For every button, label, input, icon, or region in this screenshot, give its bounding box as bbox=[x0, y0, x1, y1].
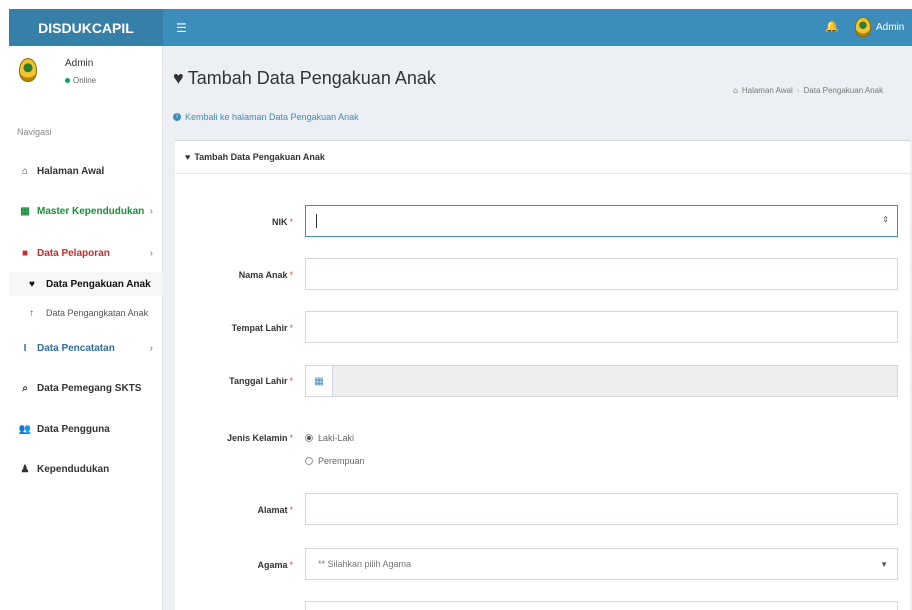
user-menu-label: Admin bbox=[876, 21, 905, 33]
sidebar-item-label: Data Pelaporan bbox=[37, 247, 110, 259]
tempat-lahir-input[interactable] bbox=[305, 311, 898, 343]
radio-label: Laki-Laki bbox=[318, 433, 355, 443]
user-panel: Admin Online bbox=[17, 56, 157, 96]
box-header: ♥ Tambah Data Pengakuan Anak bbox=[175, 141, 910, 174]
heart-icon: ♥ bbox=[173, 68, 184, 88]
person-icon: ♟ bbox=[20, 463, 30, 475]
sidebar-subitem-data-pengangkatan-anak[interactable]: ↑ Data Pengangkatan Anak bbox=[9, 301, 163, 325]
breadcrumb-separator: › bbox=[796, 86, 800, 95]
next-field-partial[interactable] bbox=[305, 601, 898, 610]
sidebar-item-data-pencatatan[interactable]: I Data Pencatatan › bbox=[9, 331, 163, 365]
book-icon: ■ bbox=[21, 247, 29, 259]
calendar-icon[interactable]: ▦ bbox=[306, 366, 333, 396]
tanggal-lahir-field[interactable]: ▦ bbox=[305, 365, 898, 397]
page-title: ♥ Tambah Data Pengakuan Anak bbox=[173, 68, 436, 89]
brand-logo[interactable]: DISDUKCAPIL bbox=[9, 9, 163, 46]
grid-icon: ▦ bbox=[20, 205, 30, 217]
online-status: Online bbox=[65, 76, 96, 85]
agama-select[interactable]: ** Silahkan pilih Agama ▼ bbox=[305, 548, 898, 580]
tanggal-lahir-label: Tanggal Lahir * bbox=[229, 376, 293, 386]
heart-icon: ♥ bbox=[185, 152, 191, 162]
breadcrumb: ⌂ Halaman Awal › Data Pengakuan Anak bbox=[733, 86, 883, 95]
search-icon: ⌕ bbox=[22, 382, 28, 394]
nik-label: NIK * bbox=[271, 217, 293, 227]
chevron-right-icon: › bbox=[149, 247, 153, 259]
sidebar-item-label: Halaman Awal bbox=[37, 165, 105, 177]
sidebar-item-data-pemegang-skts[interactable]: ⌕ Data Pemegang SKTS bbox=[9, 371, 163, 405]
text-cursor-icon: I bbox=[23, 342, 27, 354]
sidebar-item-label: Master Kependudukan bbox=[37, 205, 145, 217]
user-panel-name: Admin bbox=[65, 58, 94, 69]
sidebar-item-label: Data Pemegang SKTS bbox=[37, 382, 142, 394]
text-cursor bbox=[316, 214, 317, 228]
chevron-right-icon: › bbox=[149, 342, 153, 354]
chevron-right-icon: › bbox=[149, 205, 153, 217]
sidebar-item-master-kependudukan[interactable]: ▦ Master Kependudukan › bbox=[9, 194, 163, 228]
nav-header: Navigasi bbox=[17, 127, 52, 137]
sidebar-item-label: Data Pencatatan bbox=[37, 342, 115, 354]
sidebar: Admin Online Navigasi ⌂ Halaman Awal ▦ M… bbox=[9, 46, 163, 610]
back-link-label: Kembali ke halaman Data Pengakuan Anak bbox=[185, 112, 359, 122]
online-dot-icon bbox=[65, 78, 70, 83]
menu-toggle-icon[interactable]: ☰ bbox=[176, 21, 187, 35]
spinner-arrows-icon[interactable]: ⇕ bbox=[882, 215, 889, 224]
radio-laki-laki[interactable]: Laki-Laki bbox=[305, 433, 354, 443]
form-box: ♥ Tambah Data Pengakuan Anak NIK * ⇕ Nama… bbox=[175, 140, 910, 610]
tanggal-lahir-input[interactable] bbox=[333, 366, 897, 396]
top-navbar: DISDUKCAPIL ☰ 🔔 Admin bbox=[9, 9, 912, 46]
agama-label: Agama * bbox=[257, 560, 293, 570]
sidebar-item-label: Data Pengangkatan Anak bbox=[46, 308, 149, 318]
home-icon: ⌂ bbox=[21, 165, 29, 177]
agama-placeholder: ** Silahkan pilih Agama bbox=[318, 559, 412, 569]
radio-unchecked-icon[interactable] bbox=[305, 457, 313, 465]
online-status-label: Online bbox=[73, 76, 97, 85]
users-icon: 👥 bbox=[18, 423, 32, 435]
arrow-up-icon: ↑ bbox=[29, 307, 34, 319]
alamat-input[interactable] bbox=[305, 493, 898, 525]
radio-label: Perempuan bbox=[318, 456, 365, 466]
breadcrumb-home[interactable]: Halaman Awal bbox=[742, 86, 793, 95]
user-menu[interactable]: Admin bbox=[855, 17, 904, 37]
page-title-text: Tambah Data Pengakuan Anak bbox=[187, 68, 436, 88]
back-link[interactable]: i Kembali ke halaman Data Pengakuan Anak bbox=[173, 112, 359, 122]
emblem-icon bbox=[855, 17, 871, 37]
box-title: Tambah Data Pengakuan Anak bbox=[194, 152, 325, 162]
alamat-label: Alamat * bbox=[257, 505, 293, 515]
content-area: ♥ Tambah Data Pengakuan Anak ⌂ Halaman A… bbox=[163, 46, 912, 610]
chevron-down-icon: ▼ bbox=[880, 560, 888, 569]
sidebar-item-data-pengguna[interactable]: 👥 Data Pengguna bbox=[9, 412, 163, 446]
sidebar-subitem-data-pengakuan-anak[interactable]: ♥ Data Pengakuan Anak bbox=[9, 272, 163, 296]
tempat-lahir-label: Tempat Lahir * bbox=[231, 323, 293, 333]
sidebar-item-halaman-awal[interactable]: ⌂ Halaman Awal bbox=[9, 154, 163, 188]
breadcrumb-current: Data Pengakuan Anak bbox=[803, 86, 884, 95]
sidebar-item-data-pelaporan[interactable]: ■ Data Pelaporan › bbox=[9, 236, 163, 270]
sidebar-item-label: Kependudukan bbox=[37, 463, 110, 475]
sidebar-item-label: Data Pengguna bbox=[37, 423, 110, 435]
home-icon: ⌂ bbox=[733, 86, 738, 95]
radio-perempuan[interactable]: Perempuan bbox=[305, 456, 365, 466]
info-icon: i bbox=[173, 113, 181, 121]
nama-anak-label: Nama Anak * bbox=[238, 270, 293, 280]
heart-icon: ♥ bbox=[29, 278, 35, 290]
sidebar-item-label: Data Pengakuan Anak bbox=[46, 278, 151, 290]
nama-anak-input[interactable] bbox=[305, 258, 898, 290]
sidebar-item-kependudukan[interactable]: ♟ Kependudukan bbox=[9, 452, 163, 486]
nik-input[interactable]: ⇕ bbox=[305, 205, 898, 237]
bell-icon[interactable]: 🔔 bbox=[825, 20, 839, 33]
radio-checked-icon[interactable] bbox=[305, 434, 313, 442]
jenis-kelamin-label: Jenis Kelamin * bbox=[226, 433, 293, 443]
emblem-icon bbox=[19, 58, 37, 82]
